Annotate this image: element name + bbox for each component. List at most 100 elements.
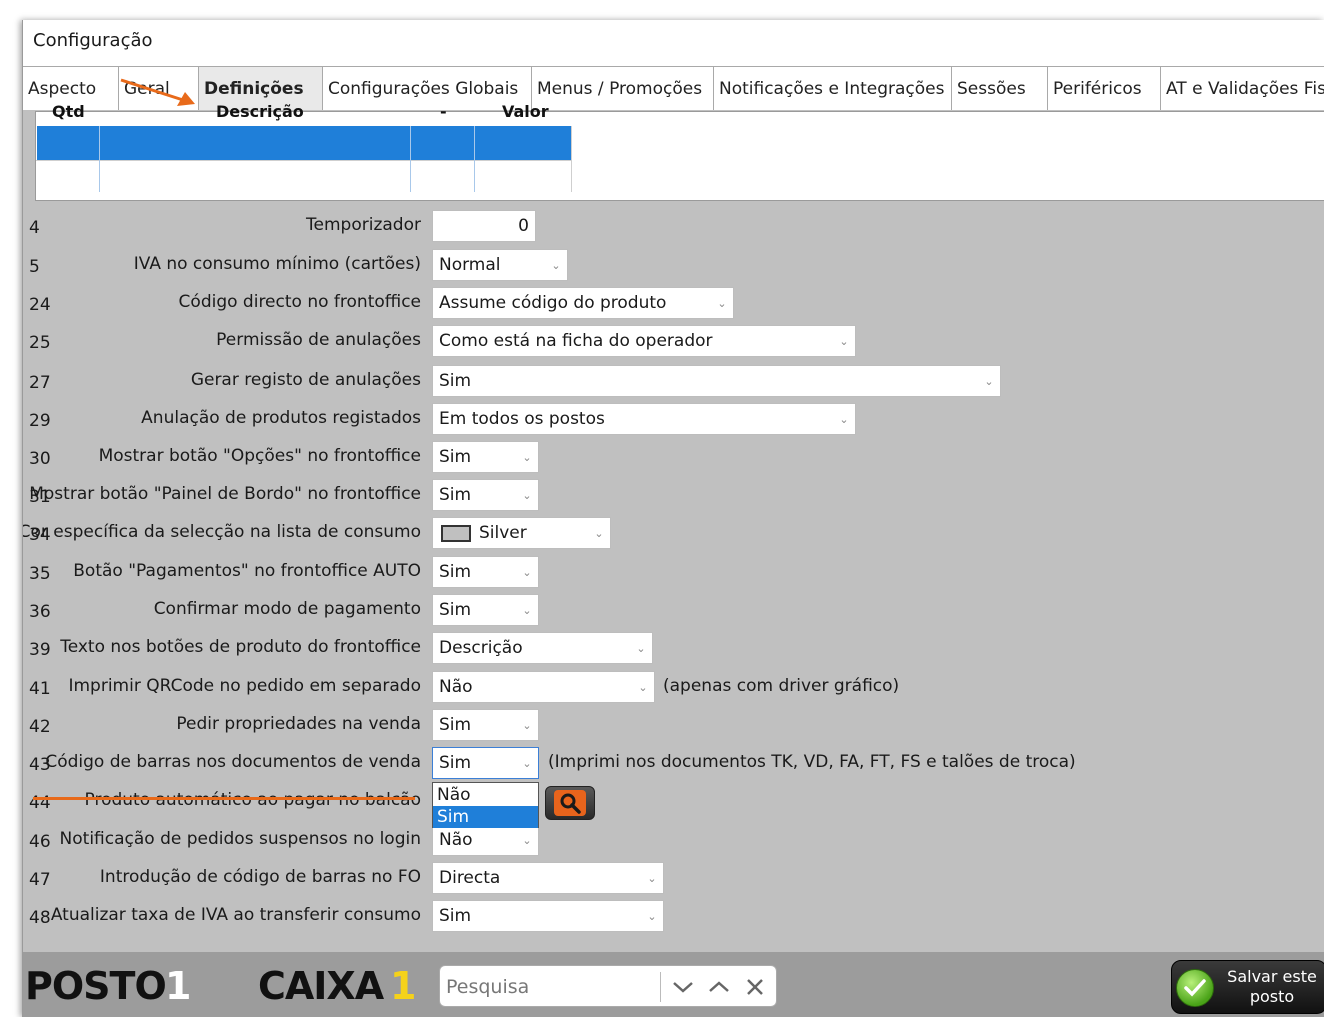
chevron-down-icon: ⌄	[636, 641, 646, 655]
tab-label: Aspecto	[28, 78, 97, 99]
setting-label: Texto nos botões de produto do frontoffi…	[60, 637, 421, 657]
grid-header-valor: Valor	[502, 102, 549, 121]
setting-number: 35	[29, 564, 51, 584]
setting-row: 36 Confirmar modo de pagamento Sim ⌄	[23, 594, 1323, 626]
setting-number: 4	[29, 218, 40, 238]
setting-value: Assume código do produto	[439, 293, 667, 313]
tab-at-validacoes[interactable]: AT e Validações Fisca	[1161, 66, 1324, 110]
search-icon	[554, 790, 586, 816]
registo-anulacoes-select[interactable]: Sim ⌄	[432, 365, 1001, 397]
botao-opcoes-select[interactable]: Sim ⌄	[432, 441, 539, 473]
setting-number: 44	[29, 793, 51, 813]
annotation-underline	[33, 797, 415, 800]
setting-label: Confirmar modo de pagamento	[153, 599, 421, 619]
grid-header-qtd: Qtd	[52, 102, 85, 121]
grid-selected-row[interactable]	[37, 126, 571, 160]
setting-label: Gerar registo de anulações	[190, 370, 421, 390]
dropdown-option-nao[interactable]: Não	[433, 784, 538, 806]
setting-value: Sim	[439, 371, 472, 391]
footer-bar: POSTO 1 CAIXA 1 Salvar este posto	[23, 952, 1324, 1017]
grid-header-descricao: Descrição	[216, 102, 304, 121]
setting-label: Atualizar taxa de IVA ao transferir cons…	[50, 905, 421, 925]
search-input[interactable]	[446, 972, 646, 1002]
tab-menus-promocoes[interactable]: Menus / Promoções	[532, 66, 714, 110]
annotation-arrow-icon	[120, 78, 195, 106]
tab-perifericos[interactable]: Periféricos	[1048, 66, 1161, 110]
window-title: Configuração	[33, 30, 153, 51]
chevron-down-icon[interactable]	[668, 972, 698, 1002]
setting-row: 24 Código directo no frontoffice Assume …	[23, 287, 1323, 319]
chevron-down-icon: ⌄	[638, 680, 648, 694]
codigo-barras-dropdown[interactable]: Não Sim	[432, 782, 539, 828]
close-icon[interactable]	[740, 972, 770, 1002]
tab-label: AT e Validações Fisca	[1166, 78, 1324, 99]
tab-sessoes[interactable]: Sessões	[952, 66, 1048, 110]
setting-label: Pedir propriedades na venda	[176, 714, 421, 734]
codigo-directo-select[interactable]: Assume código do produto ⌄	[432, 287, 734, 319]
chevron-down-icon: ⌄	[522, 833, 532, 847]
setting-value: Descrição	[439, 638, 523, 658]
setting-label: Mostrar botão "Painel de Bordo" no front…	[29, 484, 421, 504]
setting-row: 34 Cor específica da selecção na lista d…	[23, 517, 1323, 549]
iva-consumo-select[interactable]: Normal ⌄	[432, 249, 568, 281]
setting-row: 46 Notificação de pedidos suspensos no l…	[23, 824, 1323, 856]
produto-search-button[interactable]	[545, 786, 595, 820]
painel-bordo-select[interactable]: Sim ⌄	[432, 479, 539, 511]
setting-row: 35 Botão "Pagamentos" no frontoffice AUT…	[23, 556, 1323, 588]
setting-label: Código de barras nos documentos de venda	[45, 752, 421, 772]
posto-label: POSTO	[25, 964, 167, 1008]
chevron-down-icon: ⌄	[522, 488, 532, 502]
setting-value: Sim	[439, 906, 472, 926]
pedir-propriedades-select[interactable]: Sim ⌄	[432, 709, 539, 741]
grid-col-divider	[474, 126, 475, 192]
save-posto-button[interactable]: Salvar este posto	[1171, 960, 1324, 1014]
tab-configuracoes-globais[interactable]: Configurações Globais	[323, 66, 532, 110]
setting-number: 29	[29, 411, 51, 431]
introducao-codigo-barras-select[interactable]: Directa ⌄	[432, 862, 664, 894]
chevron-down-icon: ⌄	[551, 258, 561, 272]
setting-note: (apenas com driver gráfico)	[663, 676, 900, 696]
setting-row: 47 Introdução de código de barras no FO …	[23, 862, 1323, 894]
anulacao-produtos-select[interactable]: Em todos os postos ⌄	[432, 403, 856, 435]
dropdown-option-sim[interactable]: Sim	[433, 806, 538, 828]
setting-number: 48	[29, 908, 51, 928]
setting-number: 30	[29, 449, 51, 469]
chevron-up-icon[interactable]	[704, 972, 734, 1002]
setting-label: Produto automático ao pagar no balcão	[84, 790, 422, 810]
setting-row: 41 Imprimir QRCode no pedido em separado…	[23, 671, 1323, 703]
chevron-down-icon: ⌄	[984, 374, 994, 388]
chevron-down-icon: ⌄	[717, 296, 727, 310]
tab-label: Periféricos	[1053, 78, 1142, 99]
setting-row: 5 IVA no consumo mínimo (cartões) Normal…	[23, 249, 1323, 281]
setting-number: 36	[29, 602, 51, 622]
color-swatch	[441, 524, 471, 542]
botao-pagamentos-select[interactable]: Sim ⌄	[432, 556, 539, 588]
chevron-down-icon: ⌄	[522, 718, 532, 732]
texto-botoes-select[interactable]: Descrição ⌄	[432, 632, 653, 664]
chevron-down-icon: ⌄	[839, 412, 849, 426]
tab-label: Configurações Globais	[328, 78, 519, 99]
setting-label: Permissão de anulações	[216, 330, 421, 350]
setting-row: 30 Mostrar botão "Opções" no frontoffice…	[23, 441, 1323, 473]
setting-row: 44 Produto automático ao pagar no balcão	[23, 785, 1323, 817]
setting-number: 24	[29, 295, 51, 315]
tab-notificacoes-integracoes[interactable]: Notificações e Integrações	[714, 66, 952, 110]
chevron-down-icon: ⌄	[522, 450, 532, 464]
temporizador-input[interactable]: 0	[432, 210, 536, 242]
setting-row: 42 Pedir propriedades na venda Sim ⌄	[23, 709, 1323, 741]
setting-value: 0	[518, 216, 529, 236]
atualizar-iva-select[interactable]: Sim ⌄	[432, 900, 664, 932]
chevron-down-icon: ⌄	[647, 871, 657, 885]
grid-col-divider	[99, 126, 100, 192]
setting-value: Não	[439, 830, 473, 850]
consumption-grid[interactable]: Qtd Descrição - Valor	[35, 102, 1324, 201]
caixa-number: 1	[390, 964, 417, 1008]
setting-value: Normal	[439, 255, 501, 275]
pedidos-suspensos-select[interactable]: Não ⌄	[432, 824, 539, 856]
confirmar-pagamento-select[interactable]: Sim ⌄	[432, 594, 539, 626]
grid-col-divider	[410, 126, 411, 192]
qrcode-select[interactable]: Não ⌄	[432, 671, 655, 703]
permissao-anulacoes-select[interactable]: Como está na ficha do operador ⌄	[432, 325, 856, 357]
codigo-barras-select[interactable]: Sim ⌄	[432, 747, 539, 779]
cor-seleccao-select[interactable]: Silver ⌄	[432, 517, 611, 549]
